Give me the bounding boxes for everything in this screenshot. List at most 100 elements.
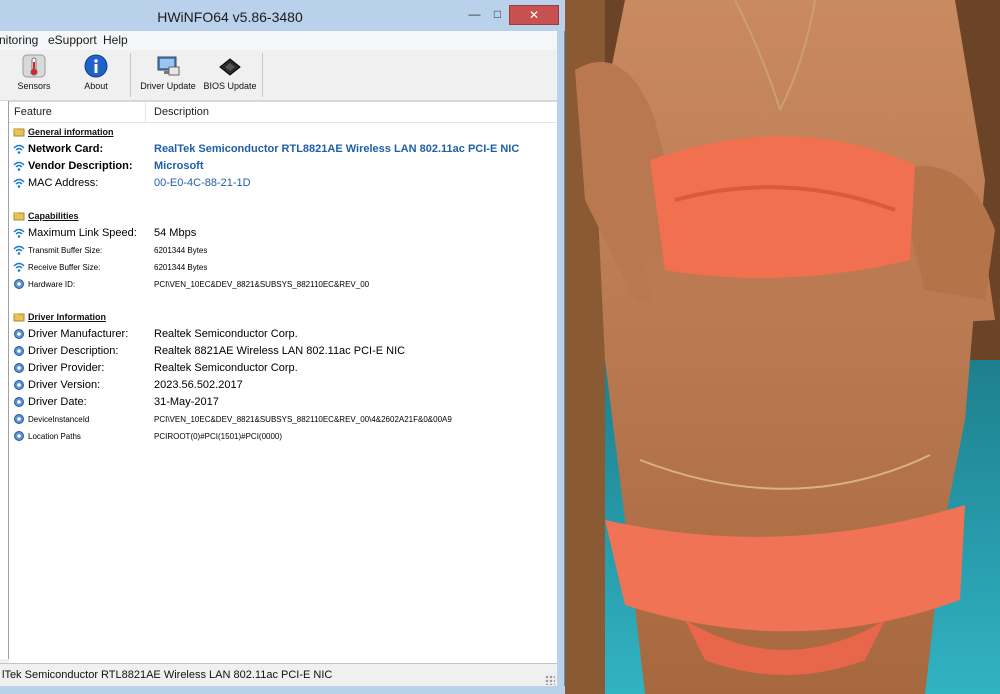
section-driver-information[interactable]: Driver Information — [9, 309, 557, 326]
bios-update-label: BIOS Update — [203, 81, 257, 91]
gear-icon — [14, 414, 24, 424]
sensors-button[interactable]: Sensors — [12, 53, 56, 98]
wifi-icon — [13, 262, 25, 272]
row-vendor-description[interactable]: Vendor Description: Microsoft — [9, 158, 557, 175]
row-receive-buffer[interactable]: Receive Buffer Size: 6201344 Bytes — [9, 259, 557, 276]
row-description: 6201344 Bytes — [154, 246, 208, 255]
details-list[interactable]: Feature Description General information … — [9, 101, 557, 664]
column-feature[interactable]: Feature — [14, 106, 52, 118]
wifi-icon — [13, 161, 25, 171]
hwinfo-window: HWiNFO64 v5.86-3480 — □ ✕ nitoring eSupp… — [0, 0, 565, 694]
wifi-icon — [13, 144, 25, 154]
photo-illustration — [565, 0, 1000, 694]
row-driver-description[interactable]: Driver Description: Realtek 8821AE Wirel… — [9, 343, 557, 360]
background-photo — [565, 0, 1000, 694]
wifi-icon — [13, 178, 25, 188]
folder-icon — [13, 313, 25, 322]
row-driver-manufacturer[interactable]: Driver Manufacturer: Realtek Semiconduct… — [9, 326, 557, 343]
window-title: HWiNFO64 v5.86-3480 — [157, 9, 303, 25]
menu-esupport[interactable]: eSupport — [48, 33, 97, 47]
window-frame-bottom — [0, 686, 565, 694]
row-description: 31-May-2017 — [154, 396, 219, 408]
gear-icon — [14, 431, 24, 441]
row-feature: Driver Provider: — [28, 362, 105, 374]
row-description: PCIROOT(0)#PCI(1501)#PCI(0000) — [154, 432, 283, 441]
row-description: 6201344 Bytes — [154, 263, 208, 272]
close-button[interactable]: ✕ — [509, 5, 559, 25]
gear-icon — [14, 346, 24, 356]
bios-update-button[interactable]: BIOS Update — [202, 53, 258, 98]
info-icon — [84, 54, 108, 78]
row-feature: Driver Description: — [28, 345, 119, 357]
row-description: Realtek Semiconductor Corp. — [154, 362, 298, 374]
row-feature: MAC Address: — [28, 177, 99, 189]
row-driver-provider[interactable]: Driver Provider: Realtek Semiconductor C… — [9, 360, 557, 377]
row-feature: Transmit Buffer Size: — [28, 246, 103, 255]
row-feature: Maximum Link Speed: — [28, 227, 137, 239]
status-text: lTek Semiconductor RTL8821AE Wireless LA… — [2, 669, 333, 681]
row-driver-version[interactable]: Driver Version: 2023.56.502.2017 — [9, 377, 557, 394]
window-client: nitoring eSupport Help Sensors About Dri… — [0, 31, 557, 687]
gear-icon — [14, 380, 24, 390]
gear-icon — [14, 363, 24, 373]
row-description: Microsoft — [154, 160, 204, 172]
row-hardware-id[interactable]: Hardware ID: PCI\VEN_10EC&DEV_8821&SUBSY… — [9, 276, 557, 293]
row-description: 2023.56.502.2017 — [154, 379, 243, 391]
row-transmit-buffer[interactable]: Transmit Buffer Size: 6201344 Bytes — [9, 242, 557, 259]
row-feature: Vendor Description: — [28, 160, 133, 172]
toolbar: Sensors About Driver Update BIOS Update — [0, 50, 557, 101]
row-feature: Driver Manufacturer: — [28, 328, 129, 340]
wifi-icon — [13, 228, 25, 238]
row-mac-address[interactable]: MAC Address: 00-E0-4C-88-21-1D — [9, 175, 557, 192]
minimize-button[interactable]: — — [462, 6, 487, 23]
menu-bar: nitoring eSupport Help — [0, 31, 557, 50]
column-divider[interactable] — [145, 102, 146, 122]
title-bar[interactable]: HWiNFO64 v5.86-3480 — □ ✕ — [0, 0, 565, 31]
column-description[interactable]: Description — [154, 106, 209, 118]
list-header: Feature Description — [9, 102, 557, 123]
driver-update-button[interactable]: Driver Update — [137, 53, 199, 98]
driver-update-label: Driver Update — [140, 81, 196, 91]
thermometer-icon — [22, 54, 46, 78]
folder-icon — [13, 128, 25, 137]
toolbar-separator — [262, 53, 263, 97]
section-capabilities[interactable]: Capabilities — [9, 208, 557, 225]
about-label: About — [84, 81, 108, 91]
row-description: 00-E0-4C-88-21-1D — [154, 177, 251, 189]
maximize-button[interactable]: □ — [485, 6, 510, 23]
row-feature: General information — [28, 127, 114, 137]
folder-icon — [13, 212, 25, 221]
row-network-card[interactable]: Network Card: RealTek Semiconductor RTL8… — [9, 141, 557, 158]
gear-icon — [14, 279, 24, 289]
row-device-instance-id[interactable]: DeviceInstanceId PCI\VEN_10EC&DEV_8821&S… — [9, 411, 557, 428]
row-feature: DeviceInstanceId — [28, 415, 90, 424]
row-feature: Location Paths — [28, 432, 81, 441]
row-description: Realtek 8821AE Wireless LAN 802.11ac PCI… — [154, 345, 406, 357]
row-feature: Receive Buffer Size: — [28, 263, 101, 272]
row-feature: Driver Information — [28, 312, 107, 322]
wifi-icon — [13, 245, 25, 255]
row-max-link-speed[interactable]: Maximum Link Speed: 54 Mbps — [9, 225, 557, 242]
menu-monitoring[interactable]: nitoring — [0, 33, 38, 47]
row-feature: Network Card: — [28, 143, 104, 155]
row-feature: Driver Date: — [28, 396, 87, 408]
status-bar: lTek Semiconductor RTL8821AE Wireless LA… — [0, 663, 557, 687]
row-description: PCI\VEN_10EC&DEV_8821&SUBSYS_882110EC&RE… — [154, 415, 452, 424]
row-feature: Capabilities — [28, 211, 79, 221]
gear-icon — [14, 329, 24, 339]
row-location-paths[interactable]: Location Paths PCIROOT(0)#PCI(1501)#PCI(… — [9, 428, 557, 445]
row-feature: Driver Version: — [28, 379, 101, 391]
row-feature: Hardware ID: — [28, 280, 76, 289]
row-description: 54 Mbps — [154, 227, 197, 239]
menu-help[interactable]: Help — [103, 33, 128, 47]
monitor-icon — [157, 56, 180, 76]
toolbar-separator — [130, 53, 131, 97]
device-tree-pane[interactable] — [0, 101, 9, 659]
resize-grip[interactable] — [545, 675, 555, 685]
row-description: Realtek Semiconductor Corp. — [154, 328, 298, 340]
about-button[interactable]: About — [74, 53, 118, 98]
row-description: PCI\VEN_10EC&DEV_8821&SUBSYS_882110EC&RE… — [154, 280, 370, 289]
row-driver-date[interactable]: Driver Date: 31-May-2017 — [9, 394, 557, 411]
sensors-label: Sensors — [17, 81, 51, 91]
section-general-information[interactable]: General information — [9, 124, 557, 141]
